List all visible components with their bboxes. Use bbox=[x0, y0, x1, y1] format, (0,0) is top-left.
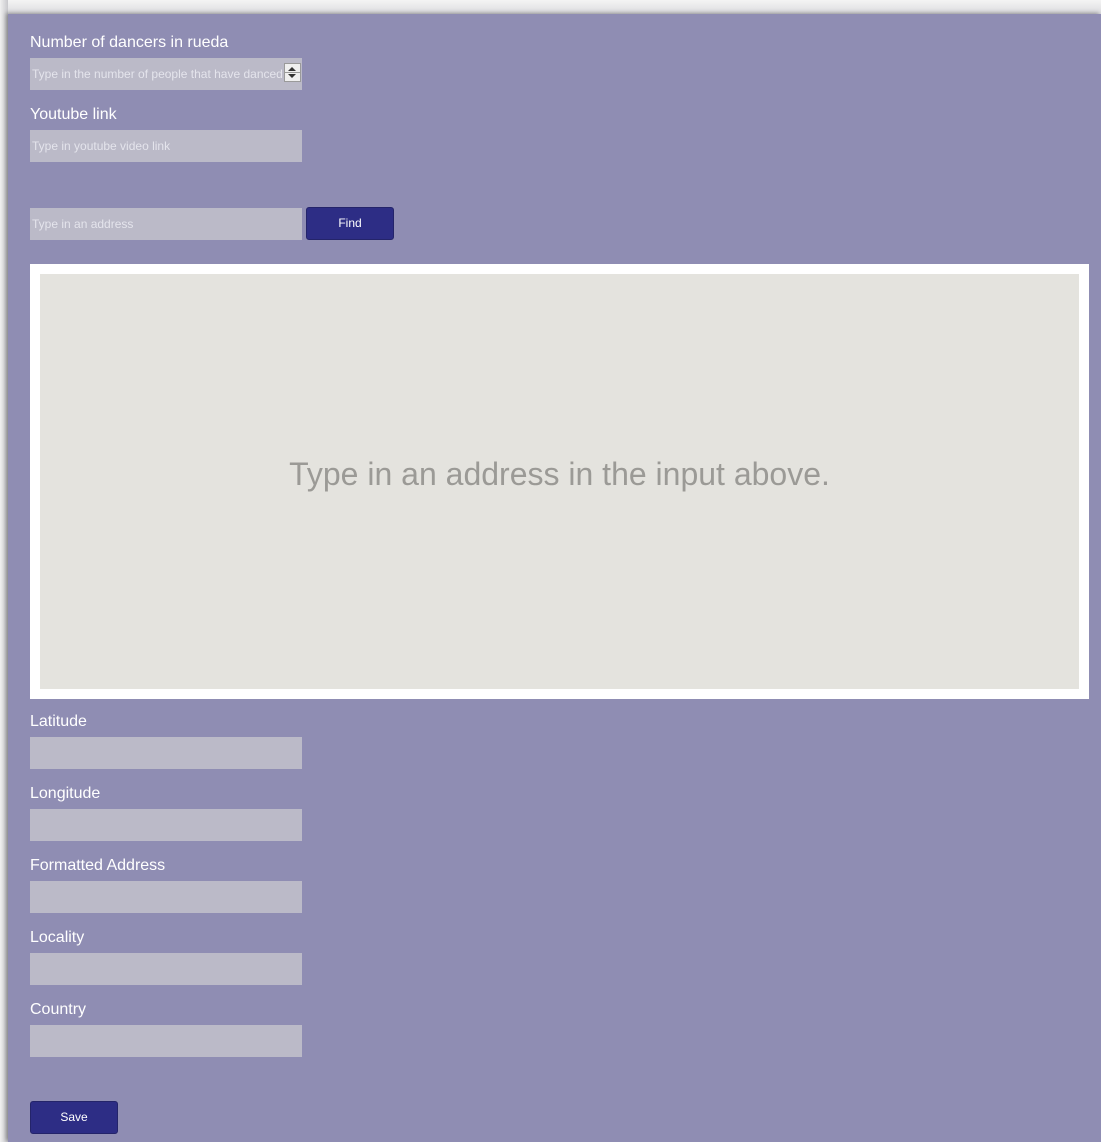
locality-input[interactable] bbox=[30, 953, 302, 985]
dancers-placeholder: Type in the number of people that have d… bbox=[32, 67, 283, 81]
longitude-input[interactable] bbox=[30, 809, 302, 841]
window-left-edge bbox=[0, 0, 8, 1142]
longitude-label: Longitude bbox=[30, 785, 101, 802]
youtube-placeholder: Type in youtube video link bbox=[32, 139, 171, 153]
latitude-label: Latitude bbox=[30, 713, 87, 730]
address-search-input[interactable]: Type in an address bbox=[30, 208, 302, 240]
spinner-divider bbox=[285, 72, 300, 73]
map-frame: Type in an address in the input above. bbox=[30, 264, 1089, 699]
youtube-label: Youtube link bbox=[30, 106, 117, 123]
dancers-label: Number of dancers in rueda bbox=[30, 34, 229, 51]
locality-label: Locality bbox=[30, 929, 85, 946]
dancers-number-input[interactable]: Type in the number of people that have d… bbox=[30, 58, 302, 90]
spinner-down-icon[interactable] bbox=[288, 74, 296, 78]
youtube-link-input[interactable]: Type in youtube video link bbox=[30, 130, 302, 162]
formatted-address-input[interactable] bbox=[30, 881, 302, 913]
country-label: Country bbox=[30, 1001, 87, 1018]
spinner-up-icon[interactable] bbox=[288, 67, 296, 71]
number-spinner[interactable] bbox=[284, 63, 301, 82]
save-button[interactable]: Save bbox=[30, 1101, 118, 1134]
find-button[interactable]: Find bbox=[306, 207, 394, 240]
map-placeholder-message: Type in an address in the input above. bbox=[289, 456, 830, 492]
address-placeholder: Type in an address bbox=[32, 217, 134, 231]
latitude-input[interactable] bbox=[30, 737, 302, 769]
formatted-address-label: Formatted Address bbox=[30, 857, 166, 874]
map-area[interactable]: Type in an address in the input above. bbox=[40, 274, 1079, 689]
country-input[interactable] bbox=[30, 1025, 302, 1057]
